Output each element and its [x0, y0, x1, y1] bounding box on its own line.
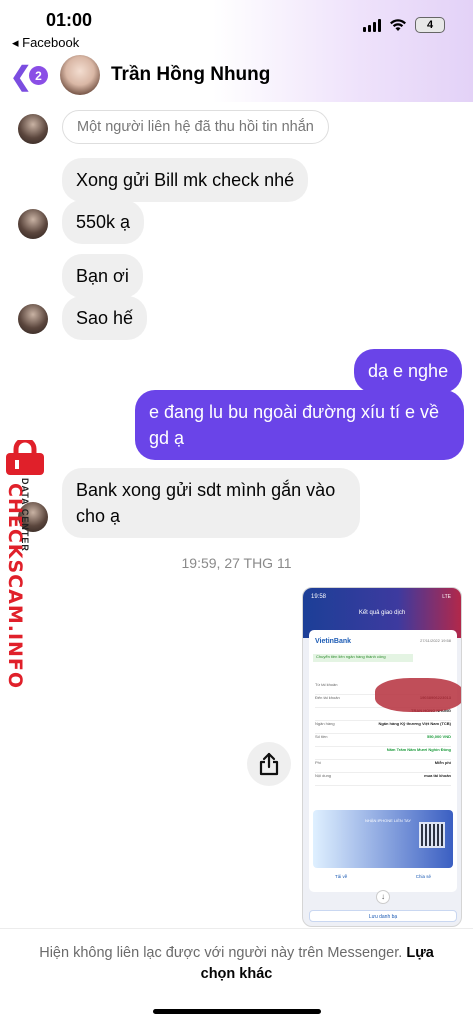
- lock-icon: [6, 440, 44, 475]
- receipt-row: Năm Trăm Năm Mươi Nghìn Đồng: [315, 747, 451, 760]
- message-bubble[interactable]: Sao hế: [62, 296, 148, 340]
- message-line: Bank xong gửi sdt mình gắn vào: [76, 480, 336, 500]
- status-time: 01:00: [46, 10, 93, 30]
- shared-image-attachment[interactable]: 19:58 LTE Kết quả giao dịch VietinBank 2…: [302, 587, 462, 927]
- message-bubble[interactable]: Bạn ơi: [62, 254, 143, 298]
- chat-header: 01:00 ◂ Facebook 4 ❮ 2 Trần Hồng Nhung: [0, 0, 473, 102]
- receipt-success: Chuyển tiền liên ngân hàng thành công: [313, 654, 413, 662]
- message-line: e đang lu bu ngoài đường xíu tí e về: [149, 402, 440, 422]
- receipt-title: Kết quả giao dịch: [358, 610, 406, 616]
- sender-avatar[interactable]: [18, 114, 48, 144]
- contact-avatar[interactable]: [60, 55, 100, 95]
- contact-name[interactable]: Trần Hồng Nhung: [111, 64, 270, 86]
- message-bubble[interactable]: Xong gửi Bill mk check nhé: [62, 158, 309, 202]
- footer-text-wrap: Hiện không liên lạc được với người này t…: [20, 943, 453, 985]
- status-icons: 4: [363, 17, 445, 33]
- share-icon: [259, 752, 279, 776]
- home-indicator[interactable]: [153, 1009, 321, 1014]
- receipt-row: Nội dung mua tài khoản: [315, 773, 451, 786]
- share-label: Chia sẻ: [415, 874, 431, 879]
- sender-avatar[interactable]: [18, 304, 48, 334]
- message-bubble[interactable]: Bank xong gửi sdt mình gắn vào cho ạ: [62, 468, 360, 538]
- message-line: cho ạ: [76, 506, 121, 526]
- battery-icon: 4: [415, 17, 445, 33]
- qr-code-icon: [419, 822, 445, 848]
- receipt-ad-banner: NHẬN IPHONE LIỀN TAY: [313, 810, 453, 868]
- message-line: gd ạ: [149, 428, 185, 448]
- bank-logo: VietinBank: [315, 638, 352, 645]
- receipt-row: Số tiền 550,000 VND: [315, 734, 451, 747]
- cellular-signal-icon: [363, 18, 381, 32]
- receipt-card: VietinBank 27/11/2022 19:58 Chuyển tiền …: [309, 630, 461, 892]
- receipt-date: 27/11/2022 19:58: [420, 638, 451, 643]
- receipt-status-time: 19:58: [311, 594, 327, 600]
- message-bubble[interactable]: 550k ạ: [62, 200, 145, 244]
- sender-avatar[interactable]: [18, 209, 48, 239]
- ad-text: NHẬN IPHONE LIỀN TAY: [365, 818, 412, 823]
- redaction-mark: [375, 678, 461, 712]
- down-arrow-icon: ↓: [376, 890, 390, 904]
- save-contact-label: Lưu danh bạ: [309, 910, 457, 922]
- message-timestamp: 19:59, 27 THG 11: [181, 555, 292, 571]
- my-message-bubble[interactable]: dạ e nghe: [354, 349, 463, 393]
- download-label: Tải về: [335, 874, 348, 879]
- receipt-row: Ngân hàng Ngân hàng Kỹ thương Việt Nam (T…: [315, 721, 451, 734]
- wifi-icon: [390, 19, 406, 31]
- back-to-app-link[interactable]: ◂ Facebook: [12, 35, 79, 51]
- recalled-message-notice: Một người liên hệ đã thu hồi tin nhắn: [62, 110, 329, 144]
- share-button[interactable]: [247, 742, 291, 786]
- unread-count-badge[interactable]: 2: [29, 66, 48, 85]
- receipt-network: LTE: [442, 594, 451, 600]
- receipt-actions: Tải về Chia sẻ: [315, 874, 451, 879]
- unavailable-notice: Hiện không liên lạc được với người này t…: [39, 945, 403, 961]
- receipt-row: Phí Miễn phí: [315, 760, 451, 773]
- watermark-subtitle: DATA CENTER: [20, 478, 30, 552]
- my-message-bubble[interactable]: e đang lu bu ngoài đường xíu tí e về gd …: [135, 390, 464, 460]
